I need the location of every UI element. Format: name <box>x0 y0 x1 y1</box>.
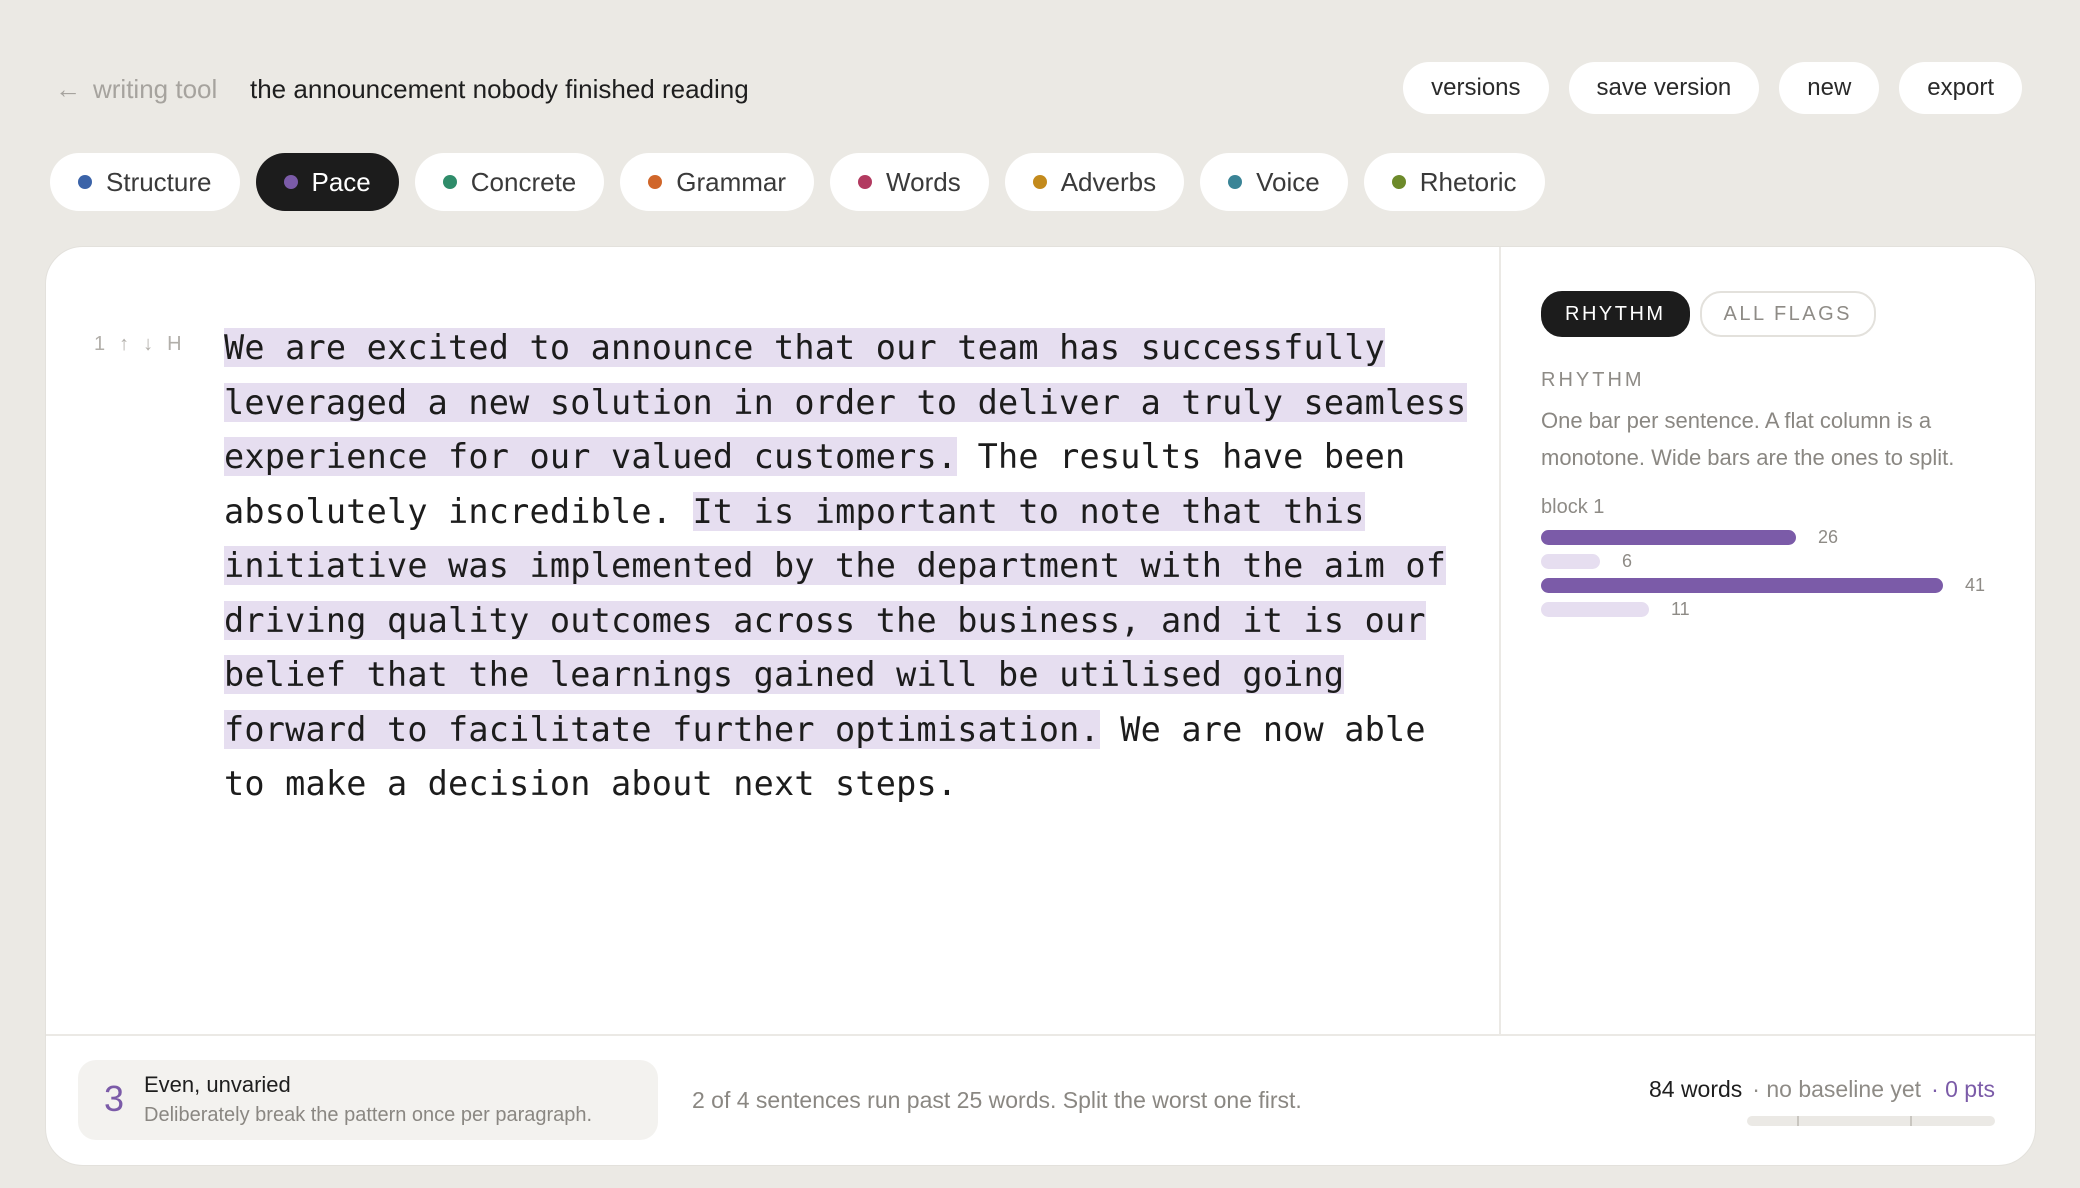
score-subtitle: Deliberately break the pattern once per … <box>144 1104 593 1126</box>
word-count: 84 words <box>1648 1076 1743 1102</box>
footer-message: 2 of 4 sentences run past 25 words. Spli… <box>692 1087 1302 1113</box>
rhythm-bar-row: 6 <box>1541 549 2001 573</box>
tab-label: Rhetoric <box>1419 166 1517 197</box>
sidebar-heading: RHYTHM <box>1541 369 1645 391</box>
sidebar: RHYTHM ALL FLAGS RHYTHM One bar per sent… <box>1541 291 2001 621</box>
tab-pace[interactable]: Pace <box>255 153 399 211</box>
pane-divider <box>1499 247 1501 1035</box>
tab-label: Pace <box>311 166 371 197</box>
baseline-status: · no baseline yet <box>1752 1076 1922 1102</box>
category-dot-icon <box>1032 175 1047 189</box>
arrow-left-icon: ← <box>55 74 81 104</box>
rhythm-bar-row: 11 <box>1541 597 2001 621</box>
paragraph-number: 1 <box>94 333 106 355</box>
rhythm-bar-row: 41 <box>1541 573 2001 597</box>
rhythm-bar[interactable] <box>1541 529 1796 545</box>
tab-label: Structure <box>106 166 212 197</box>
stats: 84 words · no baseline yet · 0 pts <box>1649 1076 1995 1103</box>
rhythm-bar-row: 26 <box>1541 525 2001 549</box>
back-link[interactable]: ← writing tool <box>55 74 217 105</box>
paragraph-gutter: 1 ↑ ↓ H <box>94 333 182 356</box>
back-link-label: writing tool <box>93 74 218 104</box>
sidebar-tabs: RHYTHM ALL FLAGS <box>1541 291 2001 337</box>
score-box: 3 Even, unvaried Deliberately break the … <box>78 1060 658 1140</box>
tab-label: Concrete <box>470 166 577 197</box>
category-tabs: Structure Pace Concrete Grammar Words Adverbs… <box>50 153 1545 211</box>
document-title[interactable]: the announcement nobody finished reading <box>250 74 749 105</box>
track-tick <box>1797 1116 1799 1126</box>
category-dot-icon <box>442 175 457 189</box>
category-dot-icon <box>283 175 298 189</box>
sidebar-description: One bar per sentence. A flat column is a… <box>1541 408 1955 470</box>
rhythm-bar-value: 11 <box>1671 598 1690 619</box>
main-card: 1 ↑ ↓ H We are excited to announce that … <box>45 246 2036 1166</box>
tab-grammar[interactable]: Grammar <box>620 153 815 211</box>
category-dot-icon <box>858 175 873 189</box>
rhythm-bar-value: 6 <box>1622 550 1633 571</box>
tab-label: Adverbs <box>1060 166 1157 197</box>
block-label: block 1 <box>1541 496 1605 518</box>
tab-all-flags[interactable]: ALL FLAGS <box>1699 291 1877 337</box>
rhythm-bar-value: 41 <box>1965 574 1986 595</box>
tab-rhythm[interactable]: RHYTHM <box>1541 291 1690 337</box>
move-down-icon[interactable]: ↓ <box>143 333 153 356</box>
rhythm-bar[interactable] <box>1541 577 1943 593</box>
tab-concrete[interactable]: Concrete <box>414 153 605 211</box>
category-dot-icon <box>648 175 663 189</box>
points: · 0 pts <box>1931 1076 1995 1102</box>
tab-rhetoric[interactable]: Rhetoric <box>1363 153 1545 211</box>
heading-toggle-icon[interactable]: H <box>167 333 181 356</box>
header: ← writing tool the announcement nobody f… <box>55 62 2022 118</box>
tab-structure[interactable]: Structure <box>50 153 240 211</box>
rhythm-bars: 26 6 41 11 <box>1541 525 2001 621</box>
category-dot-icon <box>1391 175 1406 189</box>
new-button[interactable]: new <box>1779 62 1880 114</box>
footer-divider <box>46 1034 2035 1036</box>
rhythm-bar-value: 26 <box>1818 526 1839 547</box>
tab-words[interactable]: Words <box>830 153 989 211</box>
rhythm-bar[interactable] <box>1541 601 1649 617</box>
editor-text[interactable]: We are excited to announce that our team… <box>224 321 1474 812</box>
editor-pane: 1 ↑ ↓ H We are excited to announce that … <box>46 247 1499 1035</box>
tab-label: Grammar <box>676 166 787 197</box>
move-up-icon[interactable]: ↑ <box>119 333 129 356</box>
tab-voice[interactable]: Voice <box>1200 153 1348 211</box>
score-number: 3 <box>104 1078 125 1119</box>
category-dot-icon <box>1228 175 1243 189</box>
versions-button[interactable]: versions <box>1403 62 1549 114</box>
score-title: Even, unvaried <box>144 1072 291 1097</box>
export-button[interactable]: export <box>1899 62 2022 114</box>
save-version-button[interactable]: save version <box>1568 62 1760 114</box>
tab-adverbs[interactable]: Adverbs <box>1004 153 1185 211</box>
tab-label: Voice <box>1256 166 1320 197</box>
progress-track <box>1747 1116 1995 1126</box>
tab-label: Words <box>886 166 961 197</box>
track-tick <box>1910 1116 1912 1126</box>
top-actions: versions save version new export <box>1403 62 2022 114</box>
category-dot-icon <box>78 175 92 189</box>
rhythm-bar[interactable] <box>1541 553 1600 569</box>
